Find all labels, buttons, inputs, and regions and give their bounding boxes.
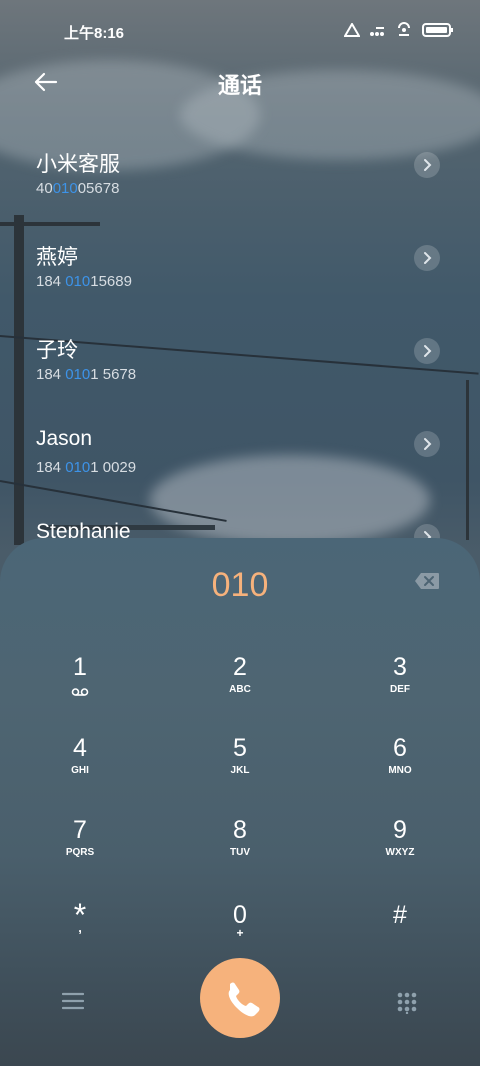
dialpad-icon[interactable] — [396, 992, 418, 1014]
contact-number: 184 0101 5678 — [36, 366, 137, 383]
chevron-right-icon[interactable] — [414, 338, 440, 364]
dialer-actions — [0, 958, 480, 1048]
contact-row[interactable]: Jason 184 0101 0029 — [0, 409, 480, 499]
key-2[interactable]: 2 ABC — [160, 652, 320, 734]
contact-row[interactable]: 子玲 184 0101 5678 — [0, 316, 480, 406]
contact-number: 184 01015689 — [36, 273, 132, 290]
battery-icon — [422, 23, 453, 37]
dialer-panel: 010 1 2 ABC 3 DEF 4 GHI 5 JKL 6 MNO 7 PQRS 8 TU… — [0, 538, 480, 1066]
number-match: 010 — [65, 273, 91, 290]
key-3[interactable]: 3 DEF — [320, 652, 480, 734]
status-icons — [344, 22, 454, 38]
key-8[interactable]: 8 TUV — [160, 815, 320, 897]
signal-icon — [344, 23, 360, 37]
number-match: 010 — [65, 459, 91, 476]
contact-name: 燕婷 — [36, 246, 78, 269]
dialed-number: 010 — [211, 566, 269, 604]
wifi-dots-icon — [370, 27, 384, 36]
voicemail-icon — [71, 688, 89, 696]
page-title: 通话 — [217, 73, 262, 98]
key-5[interactable]: 5 JKL — [160, 733, 320, 815]
contact-row[interactable]: 燕婷 184 01015689 — [0, 223, 480, 313]
hotspot-icon — [398, 22, 410, 36]
key-9[interactable]: 9 WXYZ — [320, 815, 480, 897]
contact-name: 小米客服 — [36, 153, 120, 176]
chevron-right-icon[interactable] — [414, 245, 440, 271]
backspace-icon[interactable] — [414, 572, 440, 590]
number-match: 010 — [52, 180, 78, 197]
call-button[interactable] — [200, 958, 280, 1038]
key-7[interactable]: 7 PQRS — [0, 815, 160, 897]
number-match: 010 — [65, 366, 91, 383]
header: 通话 — [0, 62, 480, 104]
contact-number: 4001005678 — [36, 180, 120, 197]
contact-number: 184 0101 0029 — [36, 459, 137, 476]
contact-name: 子玲 — [36, 339, 78, 362]
chevron-right-icon[interactable] — [414, 431, 440, 457]
contact-row[interactable]: 小米客服 4001005678 — [0, 130, 480, 220]
status-time: 上午8:16 — [64, 25, 125, 42]
key-4[interactable]: 4 GHI — [0, 733, 160, 815]
menu-icon[interactable] — [62, 992, 84, 1010]
contact-name: Jason — [36, 427, 93, 450]
status-bar: 上午8:16 — [0, 0, 480, 62]
key-6[interactable]: 6 MNO — [320, 733, 480, 815]
phone-icon — [228, 982, 260, 1017]
key-1[interactable]: 1 — [0, 652, 160, 734]
chevron-right-icon[interactable] — [414, 152, 440, 178]
